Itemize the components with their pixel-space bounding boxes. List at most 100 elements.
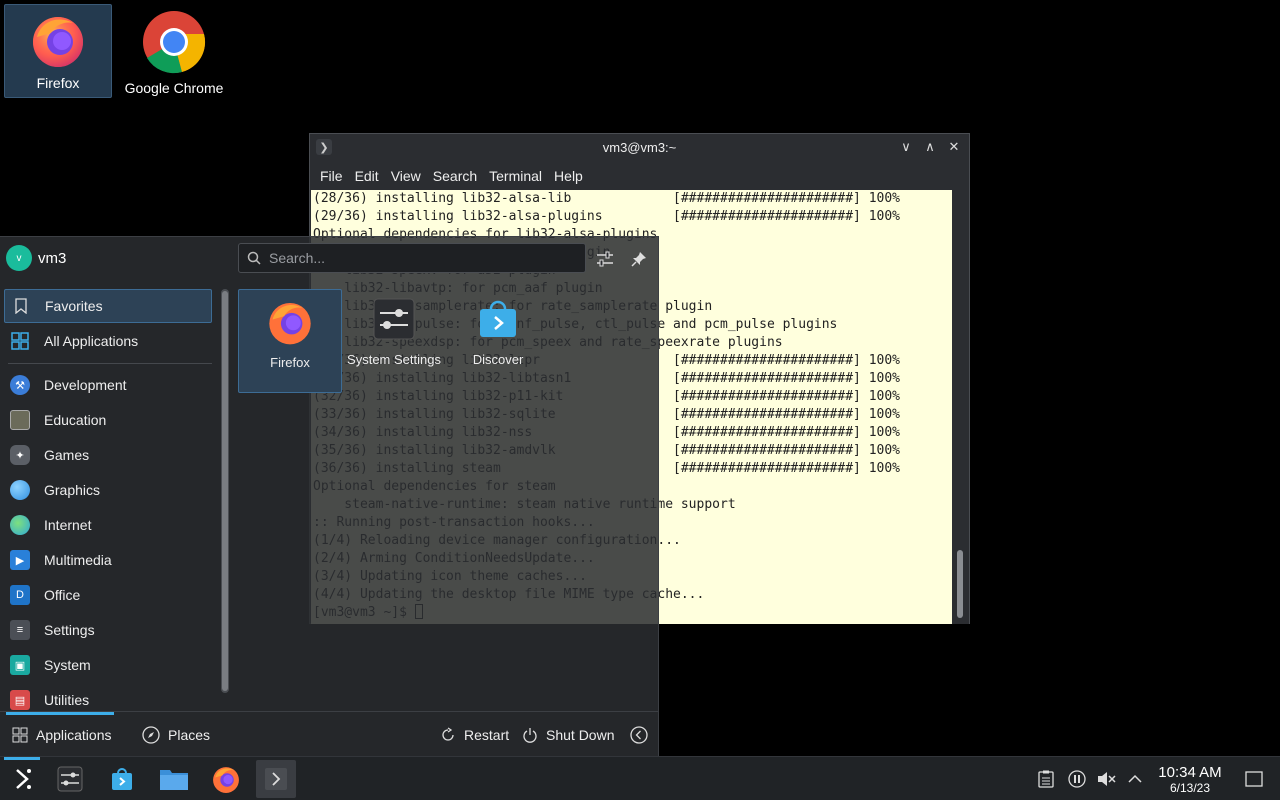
development-icon: ⚒ bbox=[10, 375, 30, 395]
restart-icon bbox=[442, 727, 454, 741]
terminal-titlebar[interactable]: ❯ vm3@vm3:~ ∨ ∧ ✕ bbox=[310, 134, 969, 161]
graphics-icon bbox=[10, 480, 30, 500]
desktop-icon-chrome[interactable]: Google Chrome bbox=[120, 4, 228, 98]
category-scrollbar[interactable] bbox=[221, 289, 229, 693]
category-label: Multimedia bbox=[44, 552, 112, 568]
firefox-icon bbox=[213, 767, 239, 793]
terminal-scrollbar[interactable] bbox=[952, 190, 969, 624]
clipboard-icon[interactable] bbox=[1036, 769, 1056, 789]
category-label: System bbox=[44, 657, 91, 673]
window-title: vm3@vm3:~ bbox=[602, 140, 677, 155]
compass-icon bbox=[142, 726, 160, 744]
task-file-manager[interactable] bbox=[154, 760, 194, 798]
configure-button[interactable] bbox=[592, 246, 618, 272]
discover-icon bbox=[112, 768, 132, 790]
category-label: Utilities bbox=[44, 692, 90, 708]
firefox-icon bbox=[33, 17, 83, 67]
menu-search[interactable]: Search bbox=[427, 168, 483, 184]
category-internet[interactable]: Internet bbox=[4, 508, 212, 542]
app-label: Discover bbox=[472, 352, 524, 367]
digital-clock[interactable]: 10:34 AM 6/13/23 bbox=[1150, 765, 1230, 796]
grid-icon bbox=[10, 331, 30, 351]
education-icon bbox=[10, 410, 30, 430]
app-discover[interactable]: Discover bbox=[446, 289, 550, 393]
minimize-icon[interactable]: ∨ bbox=[897, 137, 915, 157]
chevron-up-icon[interactable] bbox=[1125, 769, 1145, 789]
pin-icon bbox=[631, 252, 646, 267]
category-label: Office bbox=[44, 587, 81, 603]
settings-icon: ≡ bbox=[10, 620, 30, 640]
gamepad-icon: ✦ bbox=[10, 445, 30, 465]
power-icon bbox=[523, 728, 537, 743]
grid-icon bbox=[12, 727, 28, 743]
system-settings-icon bbox=[373, 298, 415, 340]
search-input[interactable]: Search... bbox=[238, 243, 586, 273]
show-desktop-icon[interactable] bbox=[1244, 769, 1264, 789]
desktop-icon-firefox[interactable]: Firefox bbox=[4, 4, 112, 98]
category-system[interactable]: ▣ System bbox=[4, 648, 212, 682]
category-label: Education bbox=[44, 412, 107, 428]
category-label: Graphics bbox=[44, 482, 101, 498]
chevron-left-circle-icon bbox=[630, 726, 648, 744]
application-launcher-button[interactable] bbox=[2, 760, 42, 798]
restart-button[interactable]: Restart bbox=[440, 722, 509, 748]
multimedia-icon: ▶ bbox=[10, 550, 30, 570]
tab-label: Applications bbox=[36, 727, 112, 743]
app-label: Firefox bbox=[270, 355, 310, 370]
tab-places[interactable]: Places bbox=[142, 722, 210, 748]
media-pause-icon[interactable] bbox=[1067, 769, 1087, 789]
category-all-applications[interactable]: All Applications bbox=[4, 324, 212, 358]
task-discover[interactable] bbox=[102, 760, 142, 798]
maximize-icon[interactable]: ∧ bbox=[921, 137, 939, 157]
avatar[interactable]: v bbox=[6, 245, 32, 271]
launcher-footer: Applications Places Restart Shut Down bbox=[0, 711, 659, 757]
task-terminal[interactable] bbox=[256, 760, 296, 798]
app-system-settings[interactable]: System Settings bbox=[342, 289, 446, 393]
terminal-menubar: File Edit View Search Terminal Help bbox=[310, 161, 969, 190]
menu-terminal[interactable]: Terminal bbox=[483, 168, 548, 184]
search-placeholder: Search... bbox=[269, 250, 326, 266]
category-multimedia[interactable]: ▶ Multimedia bbox=[4, 543, 212, 577]
sliders-icon bbox=[597, 251, 613, 267]
category-settings[interactable]: ≡ Settings bbox=[4, 613, 212, 647]
office-icon: D bbox=[10, 585, 30, 605]
system-icon: ▣ bbox=[10, 655, 30, 675]
close-icon[interactable]: ✕ bbox=[945, 137, 963, 157]
app-firefox[interactable]: Firefox bbox=[238, 289, 342, 393]
tab-applications[interactable]: Applications bbox=[12, 722, 112, 748]
task-firefox[interactable] bbox=[206, 760, 246, 798]
volume-muted-icon[interactable] bbox=[1096, 769, 1116, 789]
active-tab-indicator bbox=[6, 712, 114, 715]
username: vm3 bbox=[38, 250, 67, 267]
chrome-icon bbox=[143, 11, 206, 74]
category-graphics[interactable]: Graphics bbox=[4, 473, 212, 507]
discover-icon bbox=[480, 300, 516, 337]
file-manager-icon bbox=[160, 770, 188, 790]
tab-label: Places bbox=[168, 727, 211, 743]
terminal-icon bbox=[265, 768, 287, 790]
category-office[interactable]: D Office bbox=[4, 578, 212, 612]
category-development[interactable]: ⚒ Development bbox=[4, 368, 212, 402]
category-favorites[interactable]: Favorites bbox=[4, 289, 212, 323]
leave-menu-button[interactable] bbox=[630, 722, 656, 748]
menu-help[interactable]: Help bbox=[548, 168, 589, 184]
search-icon bbox=[247, 251, 261, 265]
category-education[interactable]: Education bbox=[4, 403, 212, 437]
category-games[interactable]: ✦ Games bbox=[4, 438, 212, 472]
bookmark-icon bbox=[11, 296, 31, 316]
category-label: All Applications bbox=[44, 333, 139, 349]
utilities-icon: ▤ bbox=[10, 690, 30, 710]
button-label: Restart bbox=[464, 727, 510, 743]
desktop-icon-label: Google Chrome bbox=[124, 80, 224, 96]
terminal-icon: ❯ bbox=[316, 139, 332, 155]
category-label: Favorites bbox=[45, 298, 103, 314]
shutdown-button[interactable]: Shut Down bbox=[522, 722, 614, 748]
menu-view[interactable]: View bbox=[385, 168, 427, 184]
menu-file[interactable]: File bbox=[314, 168, 349, 184]
category-label: Settings bbox=[44, 622, 95, 638]
button-label: Shut Down bbox=[546, 727, 615, 743]
pin-button[interactable] bbox=[626, 246, 652, 272]
menu-edit[interactable]: Edit bbox=[349, 168, 385, 184]
application-launcher: v vm3 Search... Favorites All Applicatio… bbox=[0, 236, 659, 756]
task-system-settings[interactable] bbox=[50, 760, 90, 798]
